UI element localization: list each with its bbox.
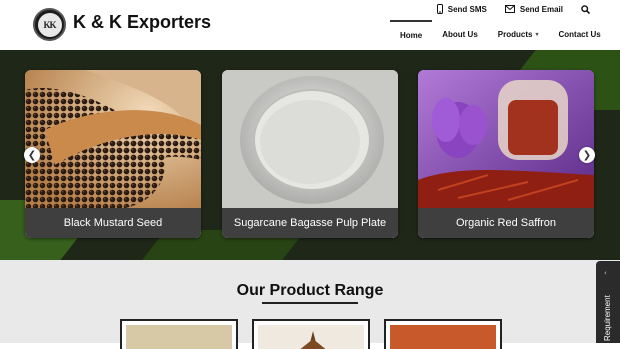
topbar: Send SMS Send Email xyxy=(436,2,590,16)
slider-card[interactable]: Organic Red Saffron xyxy=(418,70,594,238)
product-range-section: Our Product Range xyxy=(0,260,620,349)
product-thumbnail[interactable] xyxy=(252,319,370,349)
chevron-left-icon: ‹ xyxy=(604,269,607,277)
logo-monogram: KK xyxy=(37,12,62,37)
search-button[interactable] xyxy=(581,4,590,14)
requirement-tab-label: Requirement xyxy=(603,295,612,341)
chevron-down-icon: ▾ xyxy=(535,31,539,38)
slider-next-button[interactable]: ❯ xyxy=(579,147,595,163)
product-slider: Black Mustard Seed Sugarcane Bagasse Pul… xyxy=(0,50,620,260)
product-thumbnail[interactable] xyxy=(120,319,238,349)
send-sms-link[interactable]: Send SMS xyxy=(436,4,487,14)
brand-name[interactable]: K & K Exporters xyxy=(73,12,211,33)
send-email-link[interactable]: Send Email xyxy=(504,4,563,14)
nav-about-label: About Us xyxy=(442,29,478,39)
main-nav: Home About Us Products ▾ Contact Us xyxy=(390,20,611,48)
card-label: Sugarcane Bagasse Pulp Plate xyxy=(222,208,398,238)
requirement-tab[interactable]: ‹ Requirement xyxy=(596,261,620,343)
brand-logo[interactable]: KK xyxy=(33,8,66,41)
send-email-label: Send Email xyxy=(519,4,563,14)
title-underline xyxy=(262,302,358,304)
bagasse-plate-image xyxy=(222,70,398,208)
saffron-image xyxy=(418,70,594,208)
slider-prev-button[interactable]: ❮ xyxy=(24,147,40,163)
product-thumbnail[interactable] xyxy=(384,319,502,349)
slider-card[interactable]: Black Mustard Seed xyxy=(25,70,201,238)
card-label: Organic Red Saffron xyxy=(418,208,594,238)
nav-contact[interactable]: Contact Us xyxy=(548,20,610,48)
slider-card[interactable]: Sugarcane Bagasse Pulp Plate xyxy=(222,70,398,238)
site-header: KK K & K Exporters Send SMS Send Email H… xyxy=(0,0,620,50)
mustard-seed-image xyxy=(25,70,201,208)
card-label: Black Mustard Seed xyxy=(25,208,201,238)
nav-products[interactable]: Products ▾ xyxy=(488,20,549,48)
nav-products-label: Products xyxy=(497,29,533,39)
nav-about[interactable]: About Us xyxy=(432,20,488,48)
envelope-icon xyxy=(504,5,515,13)
nav-home-label: Home xyxy=(400,30,423,40)
search-icon xyxy=(581,4,590,14)
section-title: Our Product Range xyxy=(236,282,384,299)
nav-home[interactable]: Home xyxy=(390,20,433,48)
mobile-phone-icon xyxy=(436,4,443,14)
send-sms-label: Send SMS xyxy=(447,4,487,14)
nav-contact-label: Contact Us xyxy=(558,29,601,39)
